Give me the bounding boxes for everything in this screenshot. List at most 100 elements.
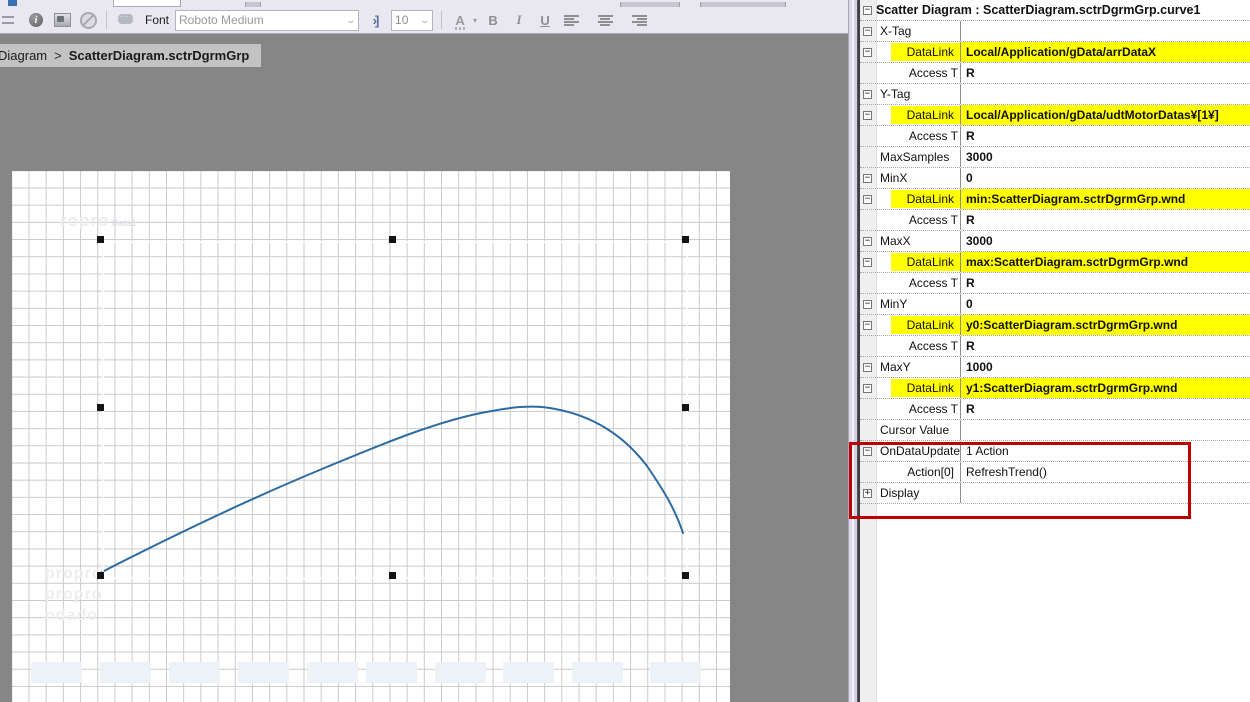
collapse-box-icon[interactable]: −: [863, 195, 872, 204]
selection-handle[interactable]: [682, 572, 689, 579]
property-value[interactable]: [961, 84, 1250, 104]
property-value[interactable]: 0: [961, 294, 1250, 314]
property-row[interactable]: −MinX0: [860, 168, 1250, 189]
property-row[interactable]: −MinY0: [860, 294, 1250, 315]
expand-box-icon[interactable]: +: [863, 489, 872, 498]
collapse-box-icon[interactable]: −: [863, 321, 872, 330]
property-value[interactable]: [961, 420, 1250, 440]
property-row[interactable]: Access TR: [860, 63, 1250, 84]
property-value[interactable]: y0:ScatterDiagram.sctrDgrmGrp.wnd: [961, 315, 1250, 335]
property-row[interactable]: +Display: [860, 483, 1250, 504]
align-right-button[interactable]: [629, 10, 649, 30]
selection-handle[interactable]: [682, 236, 689, 243]
property-row[interactable]: Action[0]RefreshTrend(): [860, 462, 1250, 483]
apply-font-icon[interactable]: ›]: [365, 10, 385, 30]
property-value[interactable]: 0: [961, 168, 1250, 188]
gutter-cell: −: [860, 378, 877, 398]
collapse-box-icon[interactable]: −: [863, 48, 872, 57]
selection-handle[interactable]: [389, 572, 396, 579]
property-name: Access T: [877, 126, 961, 146]
design-canvas[interactable]: ropro Data1 propro propro ndado: [12, 171, 730, 702]
selection-handle[interactable]: [682, 404, 689, 411]
selection-handle[interactable]: [97, 404, 104, 411]
breadcrumb[interactable]: Diagram > ScatterDiagram.sctrDgrmGrp: [0, 44, 261, 67]
property-row[interactable]: Access TR: [860, 336, 1250, 357]
italic-button[interactable]: I: [509, 10, 529, 30]
property-name: Cursor Value: [877, 420, 961, 440]
comment-icon[interactable]: [115, 10, 135, 30]
property-row[interactable]: −DataLinkLocal/Application/gData/arrData…: [860, 42, 1250, 63]
property-row[interactable]: −DataLinkmax:ScatterDiagram.sctrDgrmGrp.…: [860, 252, 1250, 273]
property-value[interactable]: y1:ScatterDiagram.sctrDgrmGrp.wnd: [961, 378, 1250, 398]
selection-handle[interactable]: [389, 236, 396, 243]
property-row[interactable]: −OnDataUpdate1 Action: [860, 441, 1250, 462]
property-row[interactable]: Cursor Value: [860, 420, 1250, 441]
gutter-cell: −: [860, 21, 877, 41]
property-value[interactable]: R: [961, 336, 1250, 356]
panel-title-row[interactable]: − Scatter Diagram : ScatterDiagram.sctrD…: [860, 0, 1250, 21]
collapse-box-icon[interactable]: −: [863, 174, 872, 183]
font-color-button[interactable]: A: [450, 10, 470, 30]
property-row[interactable]: −Y-Tag: [860, 84, 1250, 105]
property-value[interactable]: 3000: [961, 231, 1250, 251]
underline-button[interactable]: U: [535, 10, 555, 30]
collapse-box-icon[interactable]: −: [863, 384, 872, 393]
property-row[interactable]: Access TR: [860, 399, 1250, 420]
property-name: MinY: [877, 294, 961, 314]
property-value[interactable]: min:ScatterDiagram.sctrDgrmGrp.wnd: [961, 189, 1250, 209]
gutter-cell: −: [860, 84, 877, 104]
property-row[interactable]: −MaxX3000: [860, 231, 1250, 252]
chevron-down-icon[interactable]: ▾: [473, 16, 477, 25]
align-center-button[interactable]: [595, 10, 615, 30]
font-family-select[interactable]: Roboto Medium ⌄: [175, 10, 359, 31]
collapse-box-icon[interactable]: −: [863, 447, 872, 456]
property-value[interactable]: R: [961, 126, 1250, 146]
property-value[interactable]: Local/Application/gData/arrDataX: [961, 42, 1250, 62]
prohibit-icon[interactable]: [78, 10, 98, 30]
property-row[interactable]: Access TR: [860, 126, 1250, 147]
property-value[interactable]: RefreshTrend(): [961, 462, 1250, 482]
gutter-cell: [860, 336, 877, 356]
collapse-box-icon[interactable]: −: [863, 111, 872, 120]
property-value[interactable]: Local/Application/gData/udtMotorDatas¥[1…: [961, 105, 1250, 125]
property-value[interactable]: 1000: [961, 357, 1250, 377]
property-row[interactable]: −DataLinkLocal/Application/gData/udtMoto…: [860, 105, 1250, 126]
property-value[interactable]: R: [961, 210, 1250, 230]
property-row[interactable]: Access TR: [860, 273, 1250, 294]
property-value[interactable]: [961, 483, 1250, 503]
breadcrumb-root[interactable]: Diagram: [0, 48, 47, 63]
image-icon[interactable]: [52, 10, 72, 30]
property-value[interactable]: R: [961, 63, 1250, 83]
clipped-input: [113, 0, 181, 7]
gutter-cell: [860, 210, 877, 230]
collapse-box-icon[interactable]: −: [863, 363, 872, 372]
property-value[interactable]: R: [961, 399, 1250, 419]
property-value[interactable]: [961, 21, 1250, 41]
panel-splitter[interactable]: [848, 0, 858, 702]
property-row[interactable]: −MaxY1000: [860, 357, 1250, 378]
collapse-box-icon[interactable]: −: [863, 90, 872, 99]
property-value[interactable]: max:ScatterDiagram.sctrDgrmGrp.wnd: [961, 252, 1250, 272]
selection-handle[interactable]: [97, 236, 104, 243]
property-value[interactable]: 3000: [961, 147, 1250, 167]
property-row[interactable]: −DataLinky1:ScatterDiagram.sctrDgrmGrp.w…: [860, 378, 1250, 399]
collapse-box-icon[interactable]: −: [863, 27, 872, 36]
property-row[interactable]: MaxSamples3000: [860, 147, 1250, 168]
selection-handle[interactable]: [97, 572, 104, 579]
collapse-box-icon[interactable]: −: [863, 258, 872, 267]
property-row[interactable]: −X-Tag: [860, 21, 1250, 42]
collapse-box-icon[interactable]: −: [863, 237, 872, 246]
property-row[interactable]: −DataLinky0:ScatterDiagram.sctrDgrmGrp.w…: [860, 315, 1250, 336]
align-left-button[interactable]: [561, 10, 581, 30]
slider-icon[interactable]: [0, 10, 20, 30]
property-row[interactable]: −DataLinkmin:ScatterDiagram.sctrDgrmGrp.…: [860, 189, 1250, 210]
font-size-select[interactable]: 10 ⌄: [391, 10, 433, 31]
property-row[interactable]: Access TR: [860, 210, 1250, 231]
property-value[interactable]: 1 Action: [961, 441, 1250, 461]
format-toolbar: i Font Roboto Medium ⌄ ›] 10 ⌄ A ▾ B I U: [0, 7, 848, 34]
collapse-box-icon[interactable]: −: [863, 300, 872, 309]
property-value[interactable]: R: [961, 273, 1250, 293]
bold-button[interactable]: B: [483, 10, 503, 30]
collapse-box-icon[interactable]: −: [863, 6, 872, 15]
info-icon[interactable]: i: [26, 10, 46, 30]
